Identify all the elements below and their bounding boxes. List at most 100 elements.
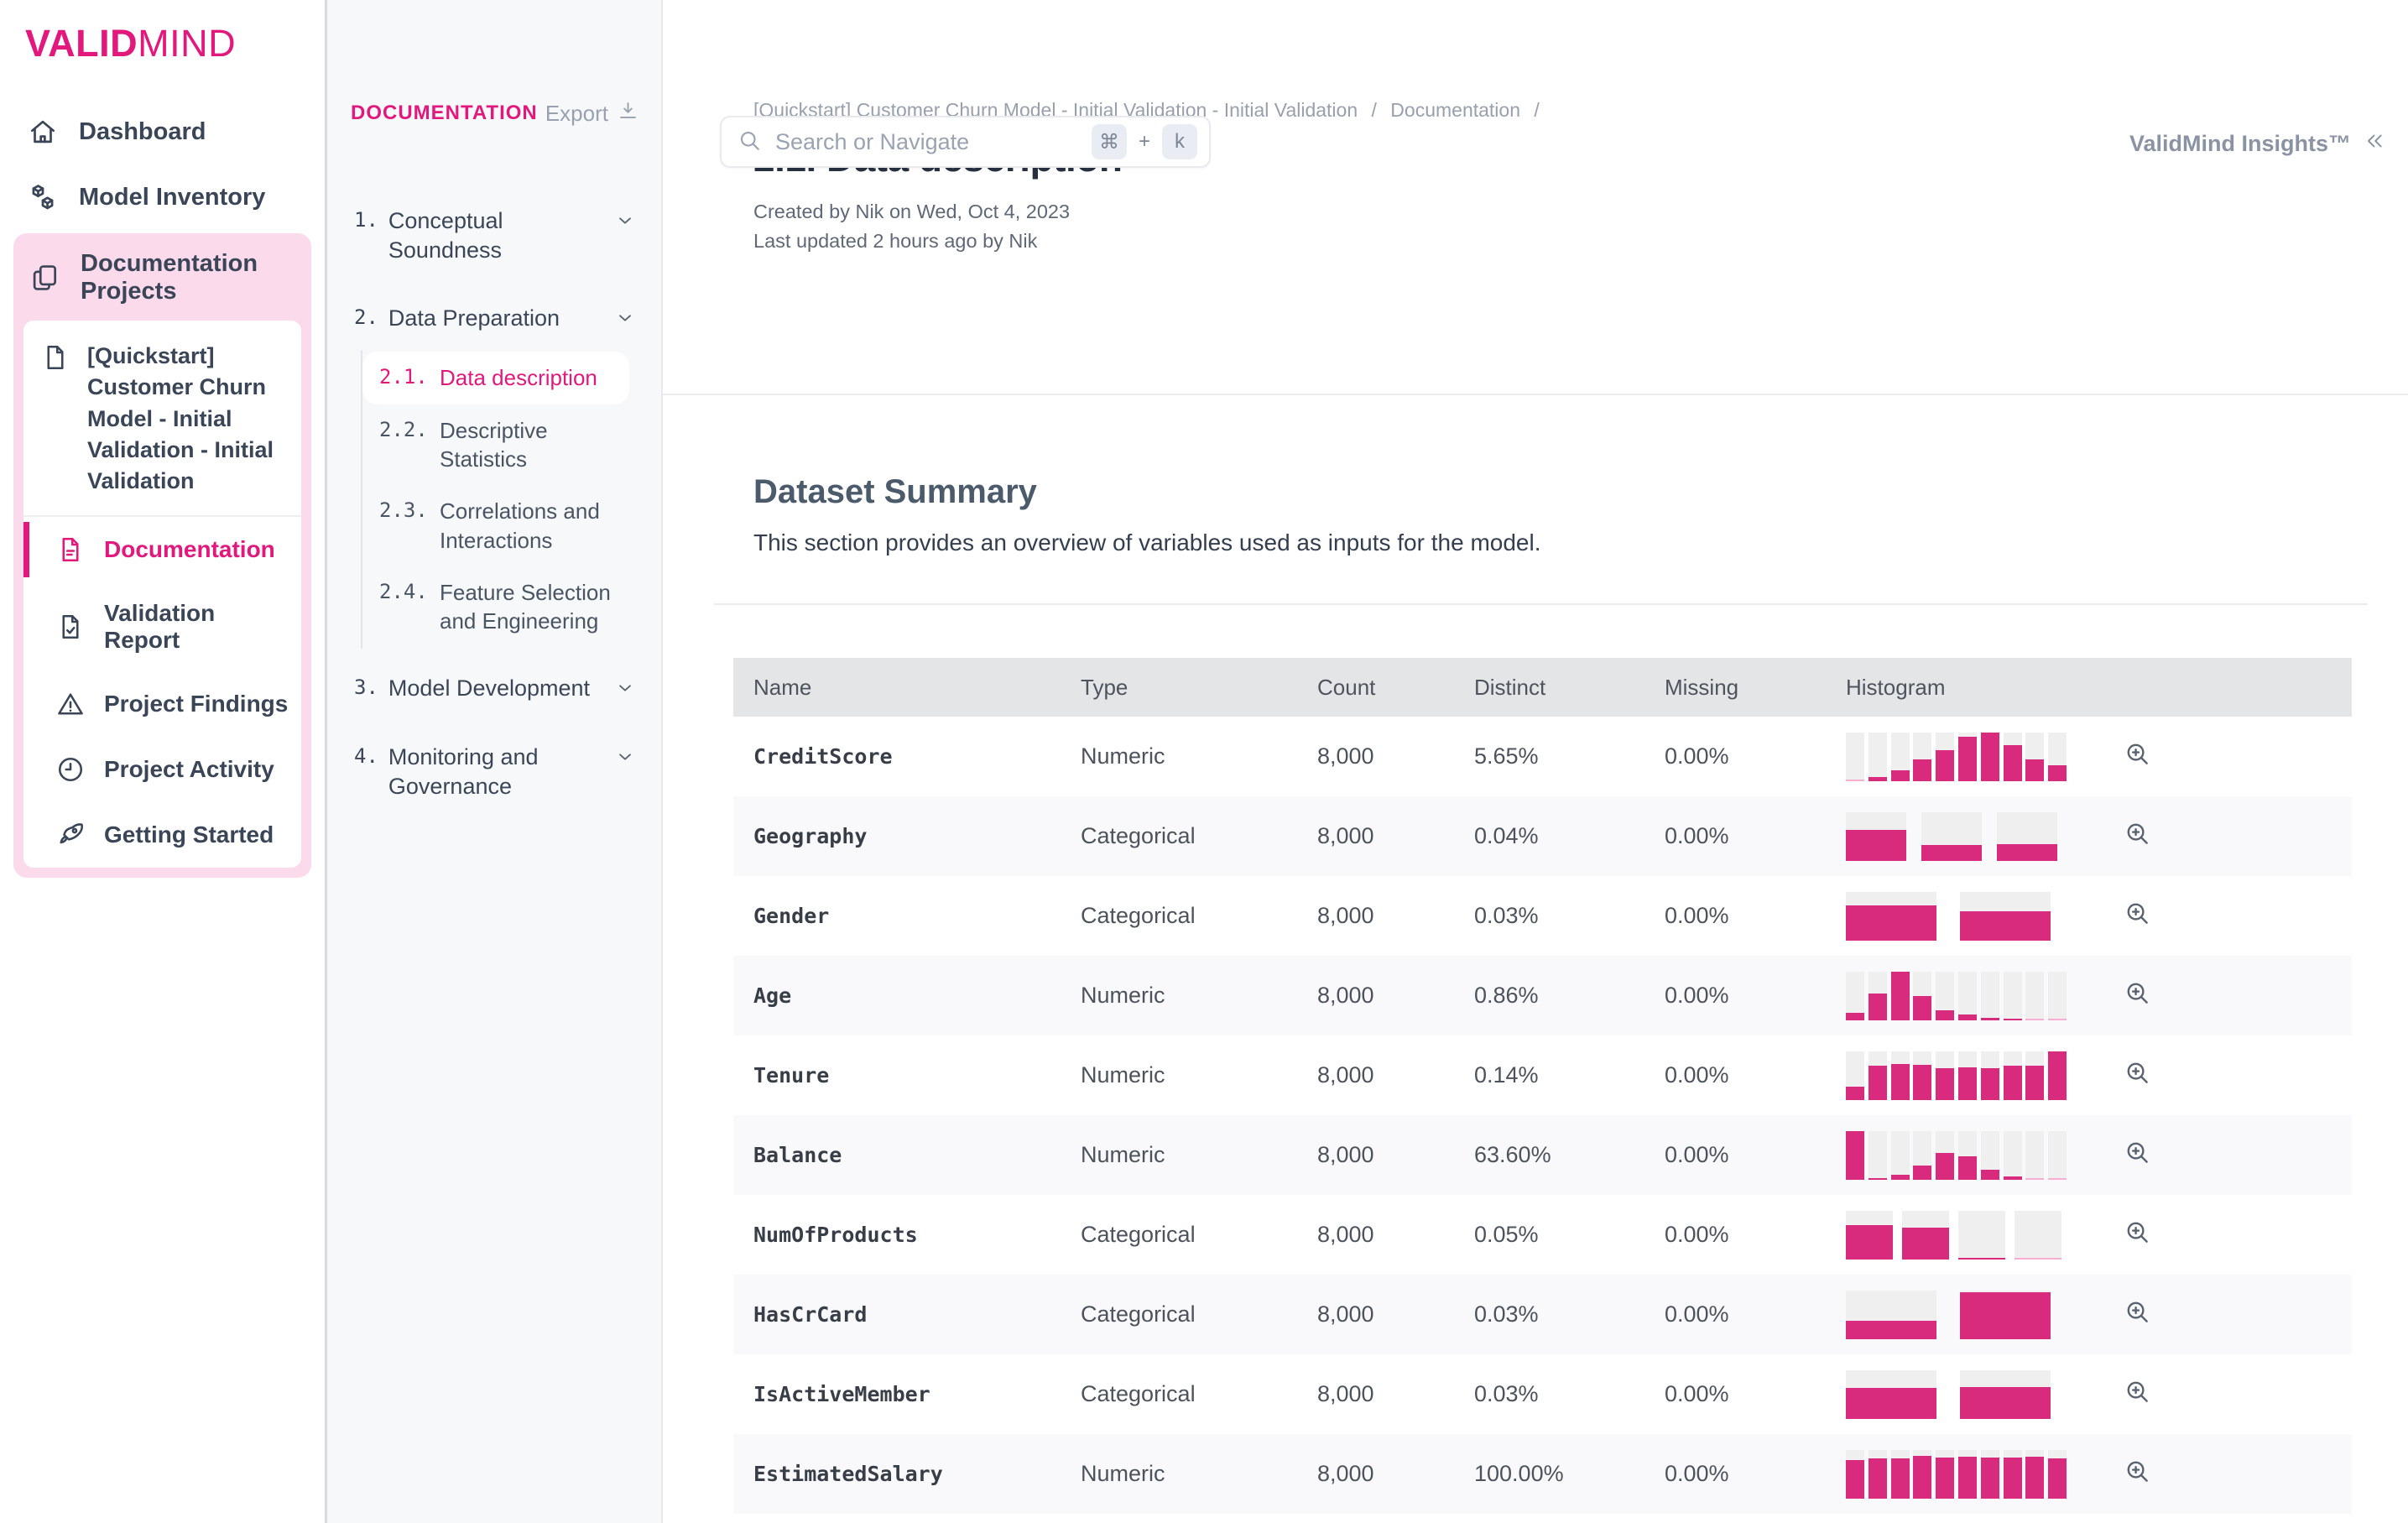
hist-bar-fill — [2004, 1176, 2022, 1180]
cell-actions — [2123, 899, 2352, 933]
section-divider — [714, 603, 2368, 605]
hist-bar — [1913, 1450, 1931, 1499]
sidebar-item-project-activity[interactable]: Project Activity — [23, 737, 301, 802]
cell-actions — [2123, 739, 2352, 774]
tree-section-conceptual-soundness[interactable]: 1.Conceptual Soundness — [351, 193, 639, 279]
zoom-in-icon[interactable] — [2123, 1058, 2151, 1087]
hist-bar — [1846, 1450, 1864, 1499]
hist-bar-fill — [1846, 1321, 1936, 1339]
hist-bar-fill — [1960, 911, 2051, 941]
sidebar-item-dashboard[interactable]: Dashboard — [0, 99, 325, 164]
breadcrumb-separator: / — [1372, 99, 1377, 121]
validmind-logo[interactable]: VALIDMIND — [0, 22, 325, 65]
search-input[interactable] — [774, 128, 1080, 156]
hist-bar-fill — [1869, 1178, 1887, 1180]
hist-bar — [1902, 1211, 1949, 1260]
cell-histogram — [1846, 733, 2123, 781]
hist-bar-fill — [2048, 1019, 2067, 1020]
hist-bar — [1869, 1131, 1887, 1180]
hist-bar — [2048, 972, 2067, 1020]
sidebar-item-model-inventory[interactable]: Model Inventory — [0, 164, 325, 230]
column-header-type: Type — [1081, 675, 1317, 701]
cell-count: 8,000 — [1317, 1142, 1474, 1168]
zoom-in-icon[interactable] — [2123, 899, 2151, 927]
sidebar-item-documentation-projects[interactable]: Documentation Projects — [13, 233, 311, 321]
primary-nav: DashboardModel InventoryDocumentation Pr… — [0, 99, 325, 878]
cell-missing: 0.00% — [1665, 1222, 1846, 1248]
hist-bar-fill — [1936, 750, 1954, 781]
sidebar-item-getting-started[interactable]: Getting Started — [23, 802, 301, 868]
hist-bar-fill — [2048, 765, 2067, 781]
hist-bar-fill — [1913, 759, 1931, 781]
hist-bar-fill — [2004, 1066, 2022, 1100]
hist-bar-fill — [1913, 1456, 1931, 1499]
tree-section-data-preparation[interactable]: 2.Data Preparation — [351, 290, 639, 347]
tree-item-data-description[interactable]: 2.1.Data description — [362, 352, 629, 404]
hist-bar-fill — [2025, 1066, 2044, 1100]
shortcut-cmd-key: ⌘ — [1092, 124, 1127, 159]
tree-section-monitoring-and-governance[interactable]: 4.Monitoring and Governance — [351, 729, 639, 815]
search-box[interactable]: ⌘ + k — [720, 116, 1211, 168]
project-card-title[interactable]: [Quickstart] Customer Churn Model - Init… — [23, 321, 301, 515]
zoom-in-icon[interactable] — [2123, 1297, 2151, 1326]
chevron-down-icon — [606, 304, 636, 329]
chevron-down-icon — [606, 743, 636, 768]
cell-name: Balance — [733, 1143, 1081, 1167]
tree-item-descriptive-statistics[interactable]: 2.2.Descriptive Statistics — [362, 404, 629, 486]
cell-distinct: 63.60% — [1474, 1142, 1665, 1168]
cell-histogram — [1846, 1291, 2123, 1339]
hist-bar — [1846, 892, 1936, 941]
export-button[interactable]: Export — [545, 99, 639, 128]
cell-histogram — [1846, 1450, 2123, 1499]
cell-distinct: 100.00% — [1474, 1461, 1665, 1487]
tree-item-correlations-and-interactions[interactable]: 2.3.Correlations and Interactions — [362, 485, 629, 566]
column-header-count: Count — [1317, 675, 1474, 701]
tree-item-feature-selection-and-engineering[interactable]: 2.4.Feature Selection and Engineering — [362, 566, 629, 648]
chevron-down-icon — [606, 674, 636, 699]
app-window: VALIDMIND DashboardModel InventoryDocume… — [0, 0, 2408, 1523]
table-row: NumOfProductsCategorical8,0000.05%0.00% — [733, 1195, 2352, 1275]
hist-bar — [1960, 1370, 2051, 1419]
hist-bar-fill — [1958, 1067, 1977, 1100]
zoom-in-icon[interactable] — [2123, 819, 2151, 848]
model-inventory-icon — [27, 181, 59, 213]
collapse-panel-icon[interactable] — [2363, 129, 2386, 159]
tree-section-number: 3. — [354, 675, 378, 699]
hist-bar — [1846, 1131, 1864, 1180]
cell-type: Numeric — [1081, 1062, 1317, 1088]
zoom-in-icon[interactable] — [2123, 739, 2151, 768]
cell-actions — [2123, 1457, 2352, 1491]
page-meta: Created by Nik on Wed, Oct 4, 2023 Last … — [753, 197, 2408, 256]
cell-count: 8,000 — [1317, 1381, 1474, 1407]
getting-started-icon — [55, 820, 86, 850]
histogram — [1846, 733, 2123, 781]
project-activity-icon — [55, 754, 86, 785]
zoom-in-icon[interactable] — [2123, 978, 2151, 1007]
tree-item-label: Feature Selection and Engineering — [440, 578, 612, 636]
cell-histogram — [1846, 892, 2123, 941]
sidebar-item-project-findings[interactable]: Project Findings — [23, 671, 301, 737]
hist-bar — [2004, 1131, 2022, 1180]
hist-bar-fill — [1936, 1068, 1954, 1100]
hist-bar — [2004, 733, 2022, 781]
hist-bar — [1936, 972, 1954, 1020]
table-row: HasCrCardCategorical8,0000.03%0.00% — [733, 1275, 2352, 1354]
zoom-in-icon[interactable] — [2123, 1138, 2151, 1166]
hist-bar — [1958, 1211, 2005, 1260]
tree-section-model-development[interactable]: 3.Model Development — [351, 660, 639, 717]
sidebar-item-documentation[interactable]: Documentation — [23, 517, 301, 582]
zoom-in-icon[interactable] — [2123, 1218, 2151, 1246]
hist-bar-fill — [1981, 1018, 1999, 1020]
cell-count: 8,000 — [1317, 743, 1474, 769]
zoom-in-icon[interactable] — [2123, 1457, 2151, 1485]
cell-distinct: 0.03% — [1474, 1301, 1665, 1327]
hist-bar — [1981, 972, 1999, 1020]
hist-bar-fill — [1958, 1014, 1977, 1020]
hist-bar — [2004, 972, 2022, 1020]
sidebar-item-validation-report[interactable]: Validation Report — [23, 582, 301, 671]
breadcrumb-documentation[interactable]: Documentation — [1390, 99, 1520, 121]
section-title: Dataset Summary — [753, 473, 2408, 511]
zoom-in-icon[interactable] — [2123, 1377, 2151, 1406]
cell-type: Numeric — [1081, 1461, 1317, 1487]
cell-type: Categorical — [1081, 823, 1317, 849]
